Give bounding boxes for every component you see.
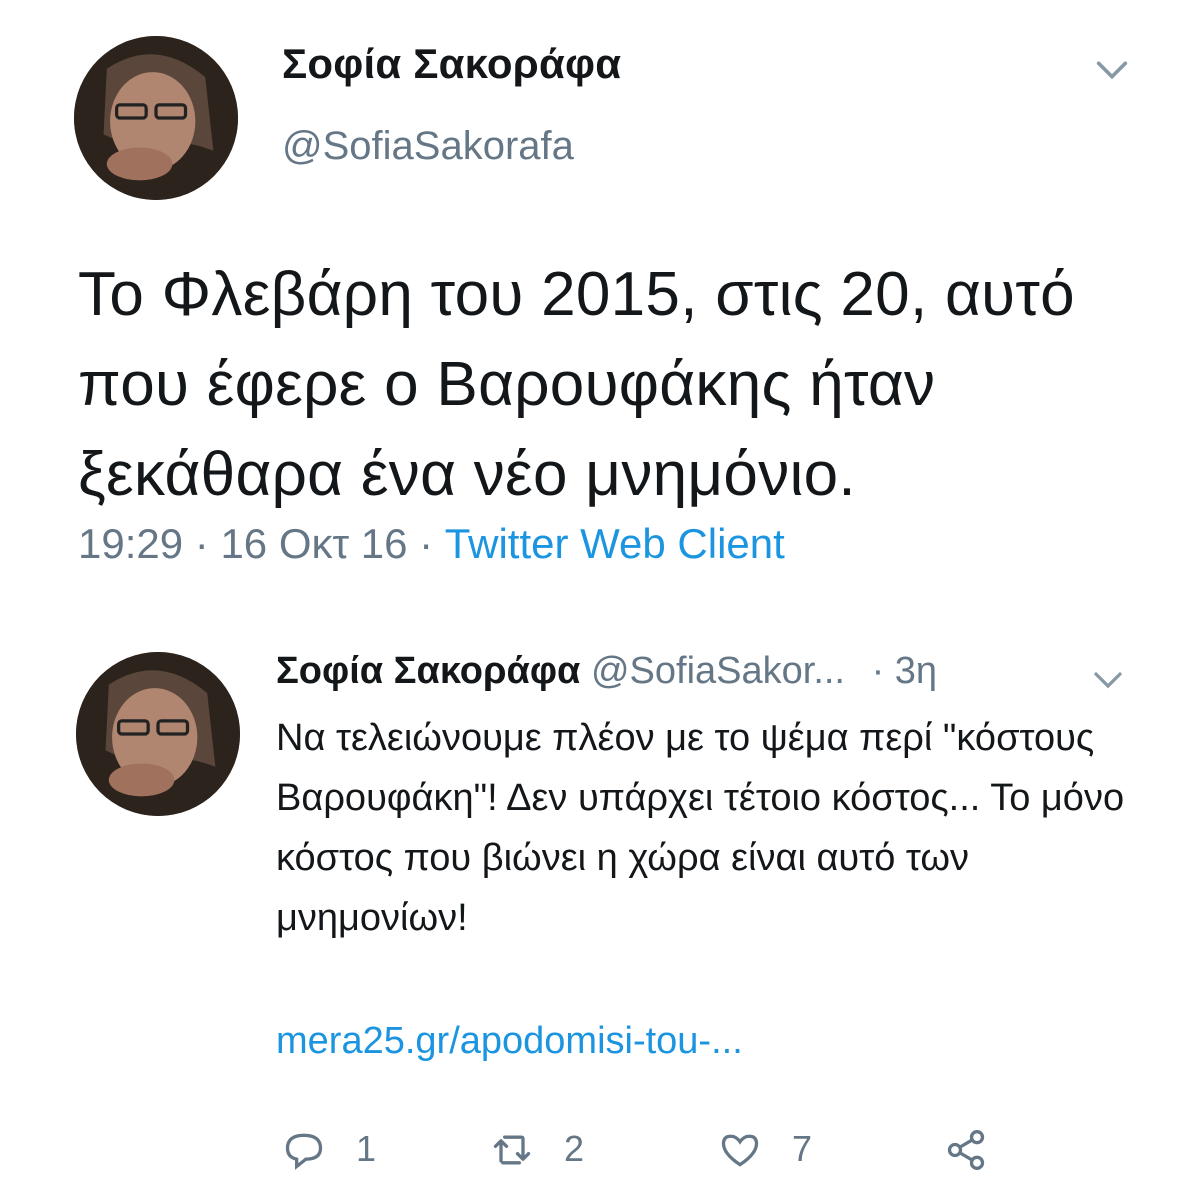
avatar[interactable] [74, 36, 238, 200]
tweet-meta: 19:29 · 16 Οκτ 16 · Twitter Web Client [78, 520, 785, 568]
tweet-date[interactable]: 16 Οκτ 16 [220, 520, 407, 567]
author-handle[interactable]: @SofiaSakorafa [282, 124, 574, 169]
reply-header: Σοφία Σακοράφα @SofiaSakor... · 3η [276, 650, 937, 693]
tweet-time: 19:29 [78, 520, 184, 567]
like-icon [721, 1134, 759, 1167]
reply-icon [285, 1133, 323, 1170]
chevron-down-icon[interactable] [1092, 50, 1132, 90]
like-action[interactable]: 7 [718, 1128, 812, 1178]
reply-text: Να τελειώνουμε πλέον με το ψέμα περί "κό… [276, 717, 1125, 939]
avatar-photo [74, 36, 238, 200]
tweet-source-link[interactable]: Twitter Web Client [445, 520, 785, 567]
reply-author-name[interactable]: Σοφία Σακοράφα [276, 650, 580, 692]
reply-count: 1 [356, 1128, 377, 1169]
author-name[interactable]: Σοφία Σακοράφα [282, 40, 621, 88]
reply-action[interactable]: 1 [282, 1128, 376, 1178]
like-count: 7 [792, 1128, 813, 1169]
meta-separator: · [183, 520, 221, 567]
avatar-photo [76, 652, 240, 816]
share-icon [947, 1130, 985, 1170]
meta-separator: · [407, 520, 445, 567]
chevron-down-icon[interactable] [1090, 662, 1126, 698]
retweet-icon [493, 1135, 531, 1165]
reply-author-handle[interactable]: @SofiaSakor... [591, 650, 845, 692]
reply-link[interactable]: mera25.gr/apodomisi-tou-... [276, 1020, 743, 1063]
retweet-count: 2 [564, 1128, 585, 1169]
reply-avatar[interactable] [76, 652, 240, 816]
tweet-text: Το Φλεβάρη του 2015, στις 20, αυτό που έ… [78, 260, 1075, 509]
retweet-action[interactable]: 2 [490, 1128, 584, 1178]
reply-age[interactable]: · 3η [872, 650, 937, 692]
share-action[interactable] [944, 1128, 988, 1178]
